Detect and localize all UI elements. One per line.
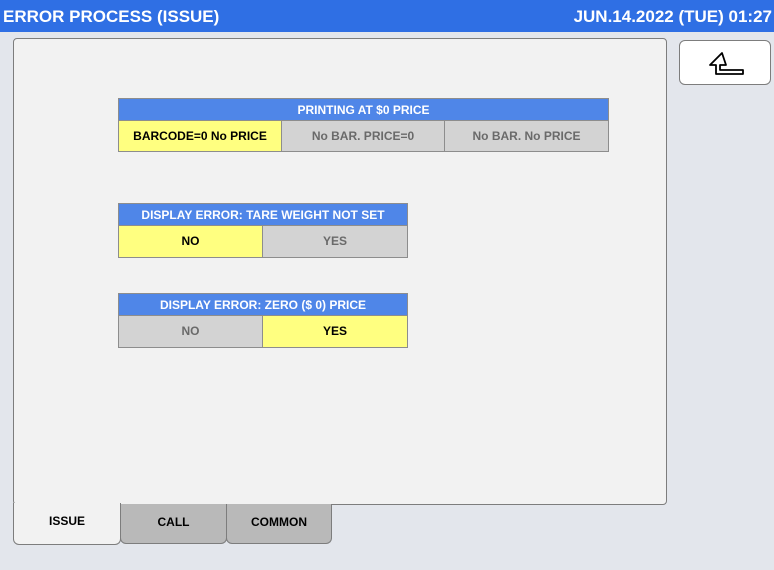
group-heading: DISPLAY ERROR: ZERO ($ 0) PRICE	[119, 294, 407, 316]
zero-price-error-group: DISPLAY ERROR: ZERO ($ 0) PRICE NO YES	[118, 293, 408, 348]
option-no-bar-no-price[interactable]: No BAR. No PRICE	[445, 121, 608, 151]
tab-issue[interactable]: ISSUE	[13, 503, 121, 545]
option-no-bar-price-zero[interactable]: No BAR. PRICE=0	[282, 121, 445, 151]
group-heading: PRINTING AT $0 PRICE	[119, 99, 608, 121]
tab-common[interactable]: COMMON	[226, 504, 332, 544]
return-arrow-icon	[709, 52, 744, 75]
option-barcode-zero-no-price[interactable]: BARCODE=0 No PRICE	[119, 121, 282, 151]
tare-weight-error-group: DISPLAY ERROR: TARE WEIGHT NOT SET NO YE…	[118, 203, 408, 258]
date-time: JUN.14.2022 (TUE) 01:27	[573, 7, 772, 26]
option-yes[interactable]: YES	[263, 226, 407, 257]
page-title: ERROR PROCESS (ISSUE)	[3, 7, 220, 26]
option-no[interactable]: NO	[119, 316, 263, 347]
printing-at-zero-price-group: PRINTING AT $0 PRICE BARCODE=0 No PRICE …	[118, 98, 609, 152]
back-button[interactable]	[679, 40, 771, 85]
option-no[interactable]: NO	[119, 226, 263, 257]
tab-call[interactable]: CALL	[120, 504, 227, 544]
title-bar: ERROR PROCESS (ISSUE) JUN.14.2022 (TUE) …	[0, 0, 774, 32]
group-heading: DISPLAY ERROR: TARE WEIGHT NOT SET	[119, 204, 407, 226]
option-yes[interactable]: YES	[263, 316, 407, 347]
